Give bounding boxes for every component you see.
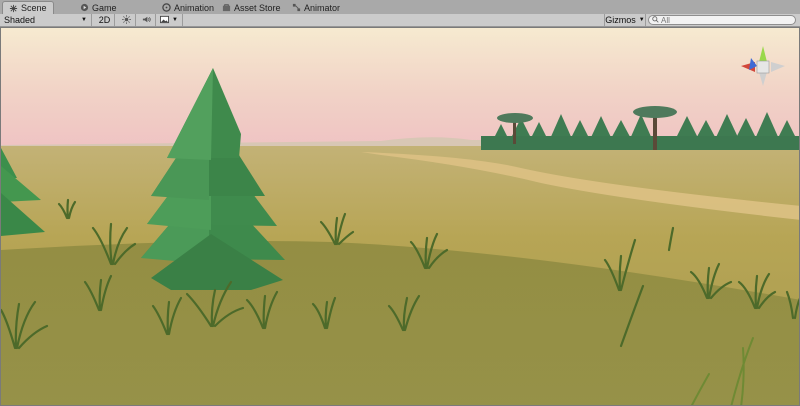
- tab-game-label: Game: [92, 2, 117, 13]
- animator-icon: [292, 3, 301, 12]
- speaker-icon: [142, 15, 151, 26]
- image-icon: [160, 15, 169, 26]
- unity-scene-window: Scene Game Animation Asset Store Animato…: [0, 0, 800, 406]
- tab-animator[interactable]: Animator: [286, 1, 346, 14]
- tab-animation[interactable]: Animation: [156, 1, 220, 14]
- sun-icon: [121, 14, 131, 26]
- search-icon: [652, 15, 659, 25]
- tab-scene[interactable]: Scene: [2, 1, 54, 14]
- asset-store-icon: [222, 3, 231, 12]
- chevron-down-icon: ▼: [172, 17, 178, 23]
- toggle-2d-button[interactable]: 2D: [95, 14, 115, 26]
- scene-icon: [9, 4, 18, 13]
- gizmos-label: Gizmos: [605, 15, 636, 25]
- tab-animator-label: Animator: [304, 2, 341, 13]
- animation-icon: [162, 3, 171, 12]
- scene-render: [1, 28, 799, 405]
- chevron-down-icon: ▼: [81, 17, 87, 23]
- scene-audio-button[interactable]: [137, 14, 156, 26]
- draw-mode-dropdown[interactable]: Shaded ▼: [0, 14, 92, 26]
- gizmos-dropdown[interactable]: Gizmos ▼: [604, 14, 646, 26]
- toggle-2d-label: 2D: [98, 15, 111, 25]
- scene-viewport[interactable]: [0, 27, 800, 406]
- scene-search[interactable]: [648, 15, 796, 25]
- tab-asset-store-label: Asset Store: [234, 2, 281, 13]
- search-input[interactable]: [661, 16, 781, 24]
- tab-bar: Scene Game Animation Asset Store Animato…: [0, 0, 800, 15]
- scene-lighting-button[interactable]: [117, 14, 136, 26]
- chevron-down-icon: ▼: [638, 17, 645, 23]
- scene-effects-dropdown[interactable]: ▼: [157, 14, 183, 26]
- draw-mode-label: Shaded: [4, 15, 36, 25]
- tab-scene-label: Scene: [21, 3, 47, 13]
- scene-toolbar: Shaded ▼ 2D ▼ Gizmos ▼: [0, 14, 800, 27]
- tab-asset-store[interactable]: Asset Store: [216, 1, 287, 14]
- tab-game[interactable]: Game: [74, 1, 123, 14]
- game-icon: [80, 3, 89, 12]
- tab-animation-label: Animation: [174, 2, 215, 13]
